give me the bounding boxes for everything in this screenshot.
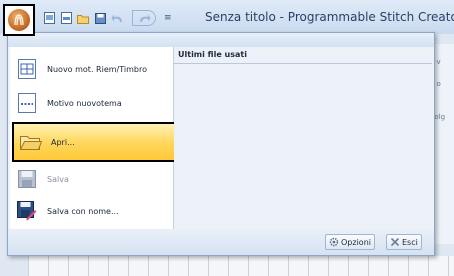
save-icon[interactable] (94, 12, 107, 25)
menu-bottom-bar: Opzioni Esci (8, 229, 434, 255)
menu-item-new-fill-pattern[interactable]: Nuovo mot. Riem/Timbro (10, 53, 173, 85)
customize-toolbar-icon[interactable]: ≡ (164, 13, 172, 23)
undo-icon[interactable] (111, 12, 124, 25)
application-menu: Nuovo mot. Riem/Timbro Motivo nuovotema … (7, 32, 435, 256)
menu-item-new-motif[interactable]: Motivo nuovotema (10, 87, 173, 119)
recent-files-panel: Ultimi file usati (174, 47, 432, 229)
menu-item-label: Motivo nuovotema (47, 98, 122, 108)
menu-top-strip (8, 33, 434, 47)
menu-item-open[interactable]: Apri... (12, 122, 178, 162)
menu-item-label: Salva con nome... (47, 206, 119, 216)
window-title: Senza titolo - Programmable Stitch Creat… (205, 10, 454, 24)
menu-item-label: Nuovo mot. Riem/Timbro (47, 64, 147, 74)
ruler (28, 256, 454, 276)
menu-item-save-as[interactable]: Salva con nome... (10, 195, 173, 227)
app-logo-icon (8, 9, 30, 31)
options-label: Opzioni (341, 237, 371, 247)
menu-item-label: Apri... (51, 137, 75, 147)
save-icon (16, 168, 38, 190)
save-as-icon (16, 200, 38, 222)
close-icon (390, 237, 400, 247)
exit-label: Esci (402, 237, 418, 247)
new-icon[interactable] (43, 12, 56, 25)
gear-icon (329, 237, 339, 247)
menu-item-save[interactable]: Salva (10, 163, 173, 195)
recent-files-header: Ultimi file usati (174, 47, 432, 64)
title-bar: ≡ Senza titolo - Programmable Stitch Cre… (0, 0, 454, 35)
new-motif-icon[interactable] (60, 12, 73, 25)
application-menu-button[interactable] (3, 4, 35, 36)
options-button[interactable]: Opzioni (325, 234, 375, 250)
new-fill-pattern-icon (16, 58, 38, 80)
menu-command-list: Nuovo mot. Riem/Timbro Motivo nuovotema … (10, 47, 178, 229)
new-motif-icon (16, 92, 38, 114)
open-icon[interactable] (77, 12, 90, 25)
redo-icon[interactable] (132, 10, 156, 26)
open-folder-icon (20, 131, 42, 153)
quick-access-toolbar: ≡ (43, 10, 172, 26)
exit-button[interactable]: Esci (386, 234, 422, 250)
menu-item-label: Salva (47, 174, 69, 184)
